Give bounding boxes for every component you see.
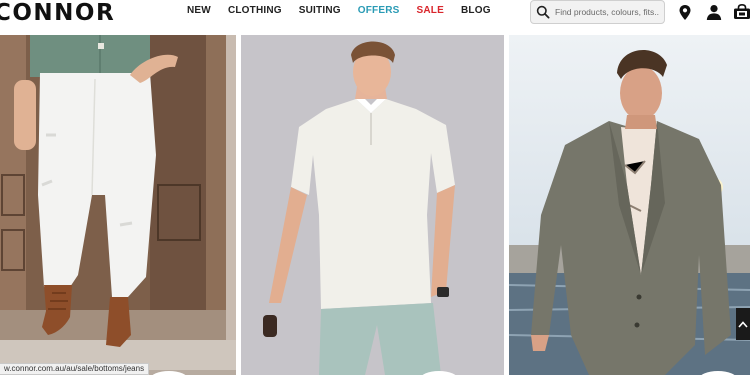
product-tile-polo[interactable]: [241, 35, 504, 375]
main-nav: NEW CLOTHING SUITING OFFERS SALE BLOG: [187, 5, 508, 16]
site-header: CONNOR NEW CLOTHING SUITING OFFERS SALE …: [0, 0, 750, 35]
cart-icon[interactable]: [732, 2, 750, 22]
scroll-to-top-button[interactable]: [736, 308, 750, 340]
nav-item-clothing[interactable]: CLOTHING: [228, 5, 282, 16]
status-bar-url: w.connor.com.au/au/sale/bottoms/jeans: [0, 363, 150, 375]
nav-item-blog[interactable]: BLOG: [461, 5, 491, 16]
account-icon[interactable]: [704, 2, 724, 22]
nav-item-sale[interactable]: SALE: [417, 5, 444, 16]
nav-item-offers[interactable]: OFFERS: [358, 5, 400, 16]
product-tile-jeans[interactable]: [0, 35, 236, 375]
nav-item-new[interactable]: NEW: [187, 5, 211, 16]
brand-logo[interactable]: CONNOR: [0, 0, 115, 26]
search-icon[interactable]: [531, 1, 555, 23]
map-pin-icon[interactable]: [675, 2, 695, 22]
grey-suit-image: [509, 35, 750, 375]
white-polo-image: [241, 35, 504, 375]
product-tile-suit[interactable]: [509, 35, 750, 375]
chevron-up-icon: [738, 321, 748, 328]
search-box[interactable]: [530, 0, 665, 24]
nav-item-suiting[interactable]: SUITING: [299, 5, 341, 16]
search-input[interactable]: [555, 7, 660, 17]
white-jeans-image: [0, 35, 236, 375]
